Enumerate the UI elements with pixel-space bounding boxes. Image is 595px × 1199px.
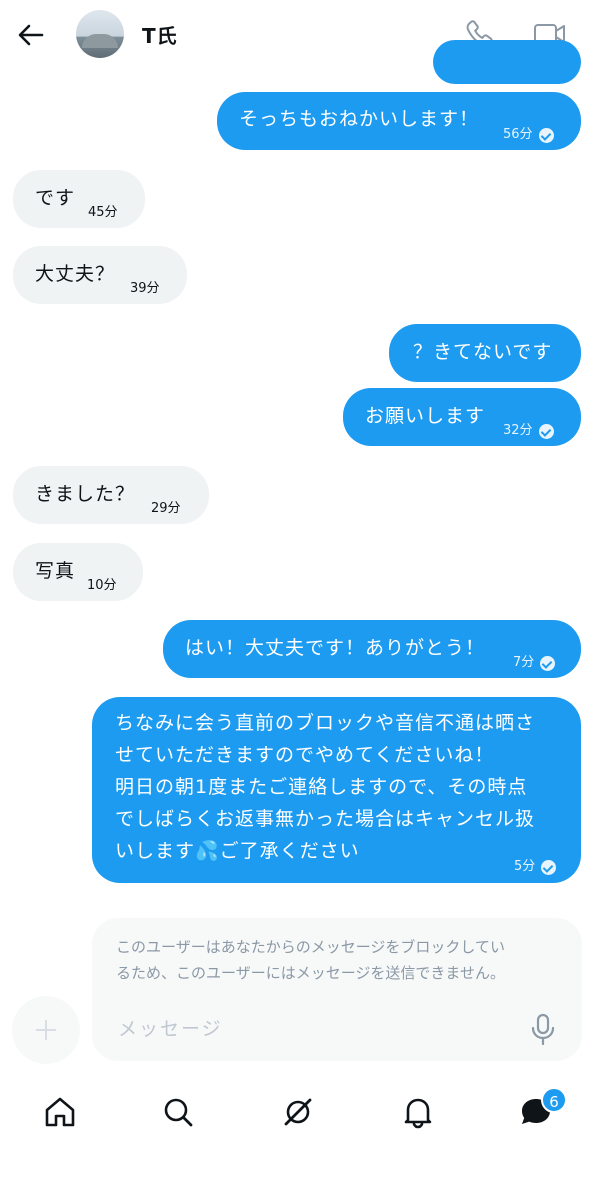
message-meta: 45分 — [88, 199, 118, 227]
message-text: そっちもおねかいします！ — [239, 108, 480, 130]
message-meta: 32分 — [503, 417, 554, 445]
message-time: 56分 — [503, 127, 533, 142]
message-time: 32分 — [503, 423, 533, 438]
grok-icon[interactable] — [276, 1090, 320, 1134]
message-meta: 29分 — [151, 495, 181, 523]
message-time: 5分 — [514, 859, 536, 874]
add-media-button[interactable] — [12, 996, 80, 1064]
message-bubble-received[interactable]: 写真 10分 — [13, 543, 143, 601]
message-bubble-sent[interactable]: お願いします 32分 — [343, 388, 581, 446]
message-text: 写真 — [35, 560, 76, 582]
message-bubble-sent[interactable]: ？きてないです — [389, 324, 581, 382]
previous-message-bubble — [433, 40, 581, 84]
message-text: です — [35, 187, 76, 209]
message-input: メッセージ — [118, 1018, 223, 1040]
message-text: はい！大丈夫です！ありがとう！ — [185, 637, 486, 659]
message-bubble-sent[interactable]: そっちもおねかいします！ 56分 — [217, 92, 581, 150]
message-bubble-received[interactable]: 大丈夫？ 39分 — [13, 246, 187, 304]
message-time: 45分 — [88, 205, 118, 220]
message-bubble-received[interactable]: きました？ 29分 — [13, 466, 209, 524]
message-time: 29分 — [151, 501, 181, 516]
message-bubble-sent[interactable]: はい！大丈夫です！ありがとう！ 7分 — [163, 620, 581, 678]
message-line: いします💦ご了承ください — [115, 840, 360, 862]
bottom-navigation — [0, 1080, 595, 1199]
message-meta: 39分 — [130, 275, 160, 303]
read-check-icon — [541, 859, 557, 875]
message-meta: 56分 — [503, 121, 554, 149]
read-check-icon — [540, 655, 556, 671]
blocked-notice: このユーザーはあなたからのメッセージをブロックしてい るため、このユーザーにはメ… — [116, 938, 505, 982]
message-text: ？きてないです — [413, 341, 553, 363]
conversation-title[interactable]: T氏 — [142, 20, 178, 49]
read-check-icon — [538, 423, 554, 439]
back-arrow-icon[interactable] — [14, 18, 48, 52]
message-time: 39分 — [130, 281, 160, 296]
message-line: でしばらくお返事無かった場合はキャンセル扱 — [115, 808, 536, 830]
search-icon[interactable] — [156, 1090, 200, 1134]
message-text: 大丈夫？ — [35, 263, 116, 285]
message-line: せていただきますのでやめてくださいね！ — [115, 744, 495, 766]
message-text: ちなみに会う直前のブロックや音信不通は晒さ せていただきますのでやめてくださいね… — [115, 707, 535, 867]
message-bubble-sent[interactable]: ちなみに会う直前のブロックや音信不通は晒さ せていただきますのでやめてくださいね… — [92, 697, 581, 883]
home-icon[interactable] — [38, 1090, 82, 1134]
message-text: お願いします — [365, 405, 486, 427]
read-check-icon — [538, 127, 554, 143]
message-bubble-received[interactable]: です 45分 — [13, 170, 145, 228]
notifications-icon[interactable] — [396, 1090, 440, 1134]
message-composer: このユーザーはあなたからのメッセージをブロックしてい るため、このユーザーにはメ… — [92, 918, 582, 1061]
message-meta: 10分 — [87, 572, 117, 600]
message-line: 明日の朝1度またご連絡しますので、その時点 — [115, 776, 528, 798]
message-meta: 5分 — [514, 853, 557, 881]
microphone-icon — [531, 1013, 555, 1046]
messages-badge: 6 — [541, 1087, 567, 1113]
message-meta: 7分 — [513, 649, 556, 677]
message-time: 7分 — [513, 655, 535, 670]
avatar[interactable] — [76, 10, 124, 58]
message-line: ちなみに会う直前のブロックや音信不通は晒さ — [115, 712, 536, 734]
message-text: きました？ — [35, 483, 136, 505]
message-time: 10分 — [87, 578, 117, 593]
